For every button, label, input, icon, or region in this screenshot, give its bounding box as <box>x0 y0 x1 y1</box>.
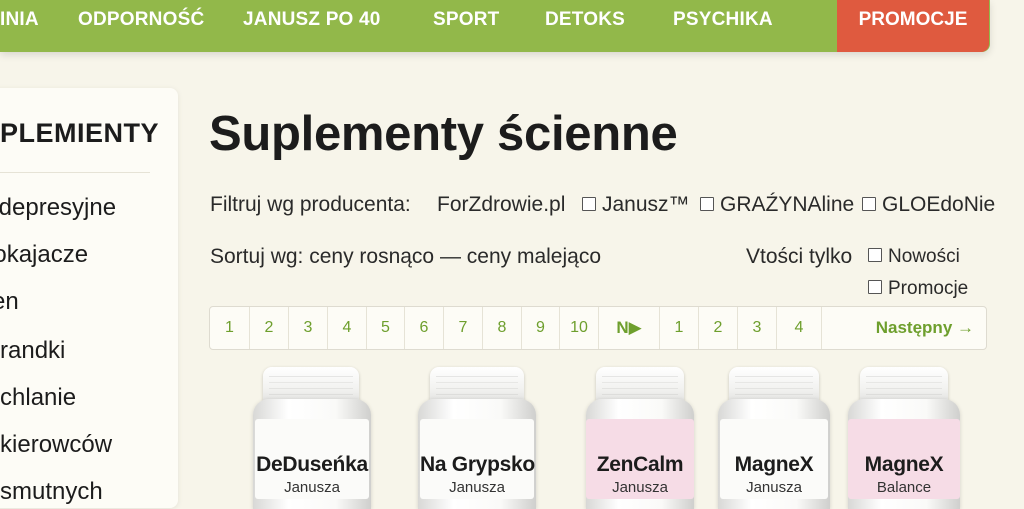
sidebar-title: PLEMIENTY <box>0 118 160 148</box>
sidebar-item-randki[interactable]: n randki <box>0 337 65 365</box>
sidebar-item-chlanie[interactable]: o chlanie <box>0 384 76 412</box>
filter-gloedonie[interactable]: GLOEdoNie <box>862 193 995 217</box>
product-sub: Janusza <box>449 479 505 496</box>
sidebar-divider <box>0 172 150 173</box>
product-name: MagneX <box>734 453 814 476</box>
sidebar-item-kierowcow[interactable]: a kierowców <box>0 431 112 459</box>
product-sub: Janusza <box>746 479 802 496</box>
page-title: Suplementy ścienne <box>209 107 678 161</box>
top-navigation: INIA ODPORNOŚĆ JANUSZ PO 40 SPORT DETOKS… <box>0 0 990 52</box>
nav-item-inia[interactable]: INIA <box>0 0 39 40</box>
product-label: Na Grypsko Janusza <box>420 419 535 499</box>
sidebar-item-uspokajacze[interactable]: pokajacze <box>0 241 88 269</box>
product-name: MagneX <box>864 453 944 476</box>
nav-item-janusz-po-40[interactable]: JANUSZ PO 40 <box>243 0 381 40</box>
filter-grazynaline[interactable]: GRAŹYNAline <box>700 193 854 217</box>
category-sidebar: PLEMIENTY tydepresyjne pokajacze sen n r… <box>0 88 178 508</box>
product-label: DeDuseńka Janusza <box>255 419 369 499</box>
filter-forzdrowie[interactable]: ForZdrowie.pl <box>437 193 565 217</box>
nav-item-psychika[interactable]: PSYCHIKA <box>673 0 773 40</box>
only-promo-checkbox[interactable] <box>868 280 882 295</box>
only-promo-label: Promocje <box>888 278 969 299</box>
filter-label: Filtruj wg producenta: <box>210 193 411 216</box>
page-link[interactable]: 7 <box>444 307 483 349</box>
product-name: ZenCalm <box>596 453 684 476</box>
page-link[interactable]: 10 <box>560 307 599 349</box>
page-link[interactable]: 2 <box>250 307 289 349</box>
page-link[interactable]: 4 <box>328 307 367 349</box>
page-link[interactable]: 5 <box>367 307 405 349</box>
nav-item-odpornosc[interactable]: ODPORNOŚĆ <box>78 0 204 40</box>
page-jump-button[interactable]: N▶ <box>599 307 660 349</box>
product-label: ZenCalm Janusza <box>586 419 694 499</box>
page-link[interactable]: 1 <box>660 307 699 349</box>
only-new[interactable]: Nowości <box>868 246 960 268</box>
nav-item-sport[interactable]: SPORT <box>433 0 499 40</box>
filter-grazynaline-label: GRAŹYNAline <box>720 193 855 216</box>
only-new-label: Nowości <box>888 246 960 267</box>
page-link[interactable]: 3 <box>738 307 777 349</box>
product-name: Na Grypsko <box>420 453 535 476</box>
only-new-checkbox[interactable] <box>868 248 882 263</box>
page-link[interactable]: 2 <box>699 307 738 349</box>
product-sub: Balance <box>876 479 932 496</box>
nav-item-promocje[interactable]: PROMOCJE <box>837 0 989 52</box>
next-page-link[interactable]: Następny → <box>822 307 986 349</box>
product-sub: Janusza <box>284 479 340 496</box>
page-link[interactable]: 1 <box>210 307 250 349</box>
page-link[interactable]: 9 <box>522 307 560 349</box>
sidebar-item-sen[interactable]: sen <box>0 288 19 316</box>
page-link[interactable]: 3 <box>289 307 328 349</box>
show-only-label: Vtości tylko <box>746 245 853 268</box>
page-link[interactable]: 8 <box>483 307 522 349</box>
filter-gloedonie-checkbox[interactable] <box>862 196 876 211</box>
nav-item-detoks[interactable]: DETOKS <box>545 0 625 40</box>
page-link[interactable]: 6 <box>405 307 444 349</box>
filter-janusz-label: Janusz™ <box>602 193 690 216</box>
filter-janusz[interactable]: Janusz™ <box>582 193 690 217</box>
only-promo[interactable]: Promocje <box>868 278 968 300</box>
sort-options[interactable]: Sortuj wg: ceny rosnąco — ceny malejąco <box>210 245 601 269</box>
product-sub: Janusza <box>612 479 668 496</box>
product-label: MagneX Janusza <box>720 419 828 499</box>
sidebar-item-smutnych[interactable]: a smutnych <box>0 478 103 506</box>
product-name: DeDuseńka <box>256 453 368 476</box>
sidebar-item-antydepresyjne[interactable]: tydepresyjne <box>0 194 116 222</box>
filter-grazynaline-checkbox[interactable] <box>700 196 714 211</box>
filter-janusz-checkbox[interactable] <box>582 196 596 211</box>
pagination: 1 2 3 4 5 6 7 8 9 10 N▶ 1 2 3 4 Następny… <box>209 306 987 350</box>
page-link[interactable]: 4 <box>777 307 822 349</box>
filter-gloedonie-label: GLOEdoNie <box>882 193 996 216</box>
product-label: MagneX Balance <box>848 419 960 499</box>
